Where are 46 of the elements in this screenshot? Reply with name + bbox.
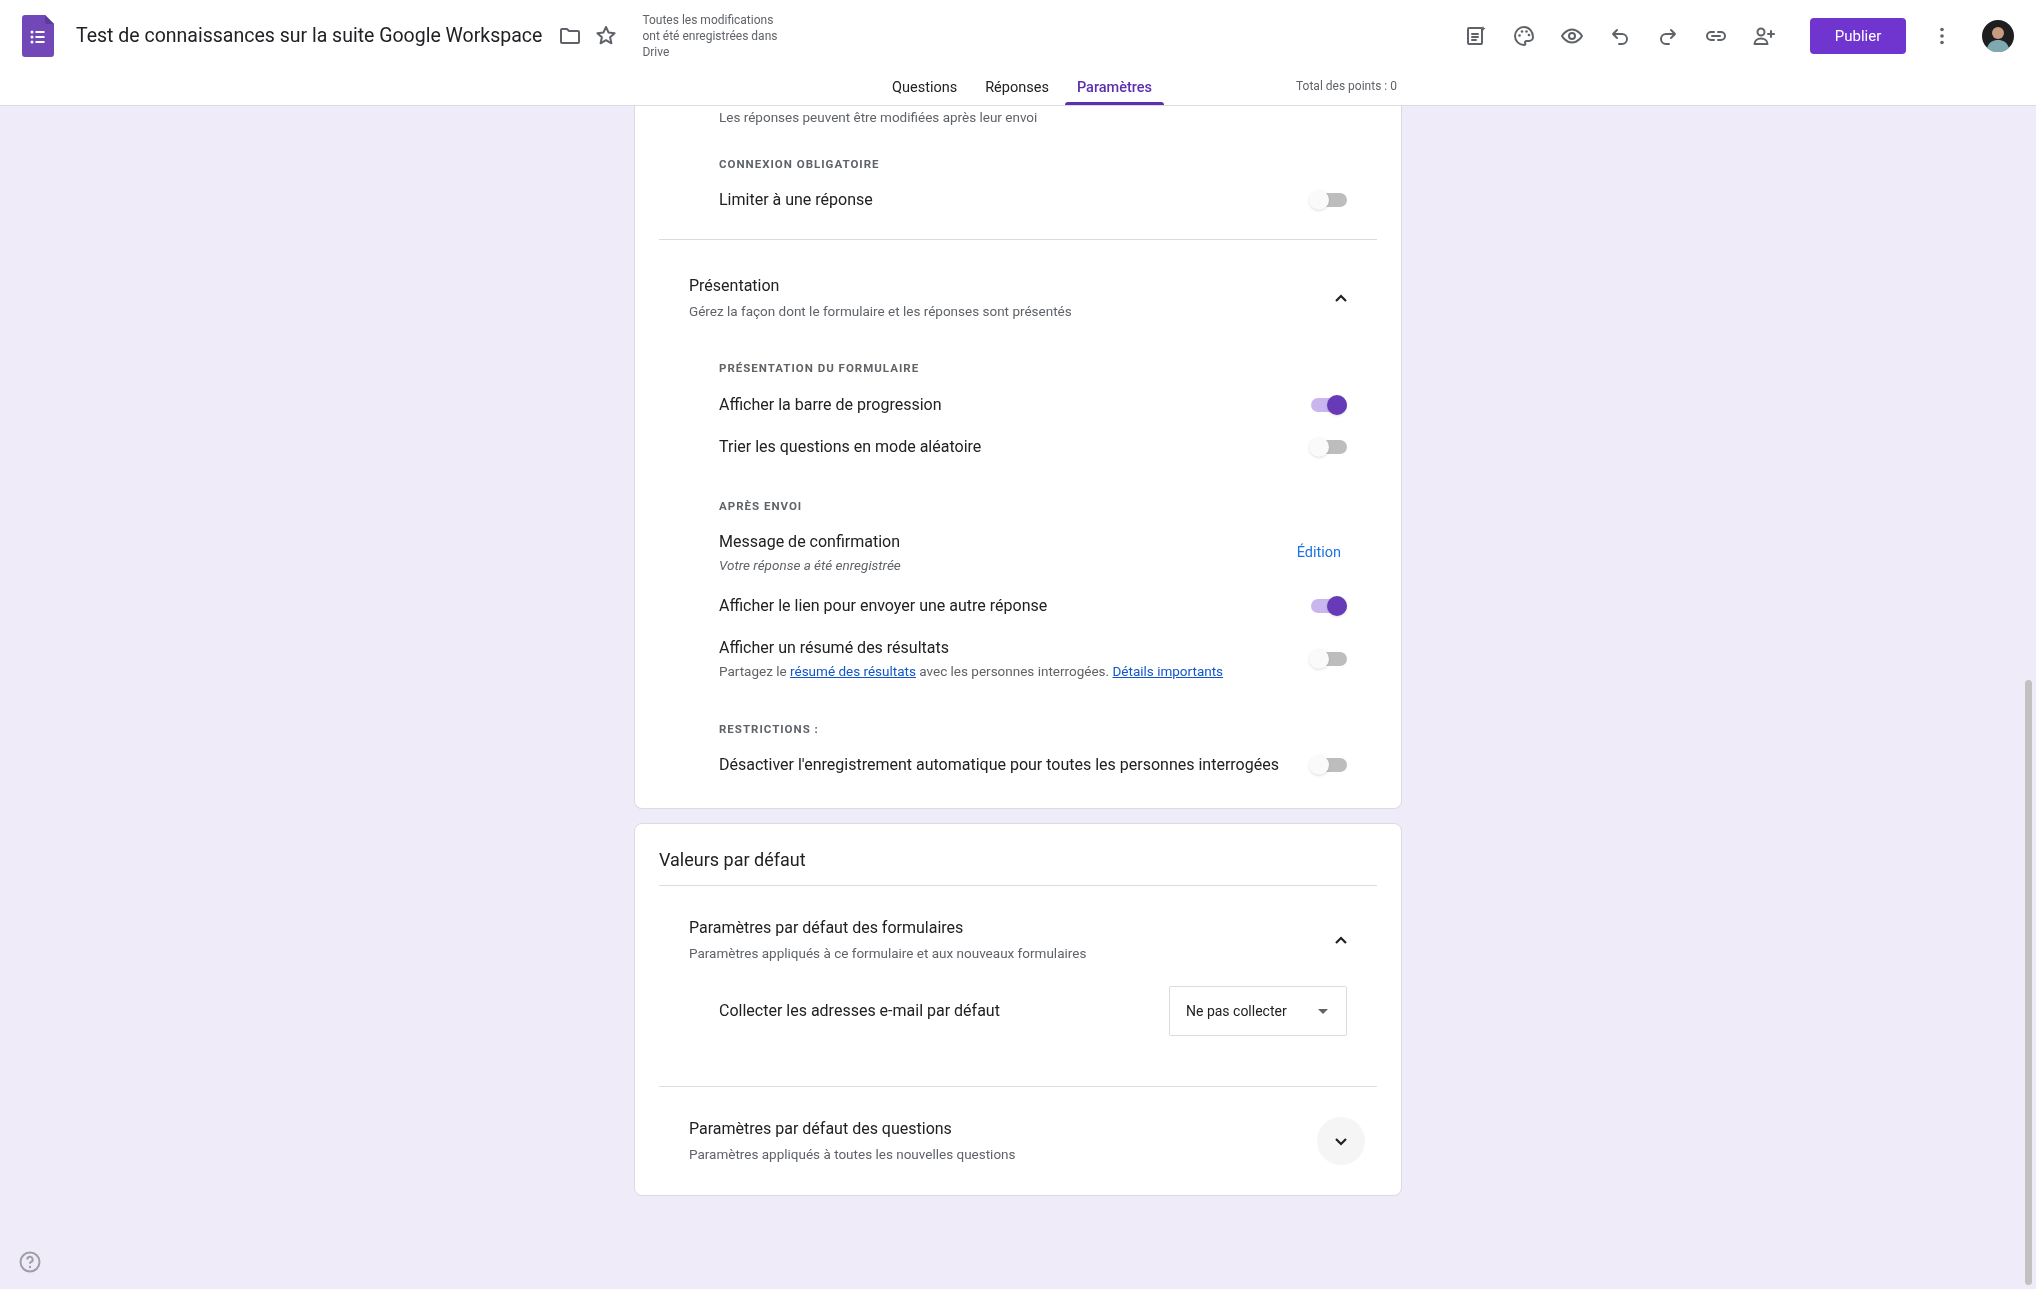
- text-link[interactable]: résumé des résultats: [790, 662, 916, 679]
- toggle-switch[interactable]: [1309, 394, 1347, 415]
- section-title: Paramètres par défaut des questions: [689, 1118, 953, 1140]
- setting-label: Afficher le lien pour envoyer une autre réponse: [719, 594, 1049, 617]
- section-heading: APRÈS ENVOI: [719, 497, 804, 515]
- card-title: Valeurs par défaut: [659, 848, 807, 872]
- publish-button[interactable]: Publier: [1810, 18, 1906, 54]
- toggle-switch[interactable]: [1309, 755, 1347, 775]
- setting-label: Collecter les adresses e-mail par défaut: [719, 1000, 1001, 1022]
- toggle-switch[interactable]: [1309, 648, 1347, 669]
- section-subtitle: Paramètres appliqués à ce formulaire et aux nouveaux formulaires: [689, 944, 1088, 963]
- avatar[interactable]: [1982, 20, 2014, 52]
- toggle-switch[interactable]: [1309, 595, 1347, 616]
- palette-icon[interactable]: [1512, 24, 1536, 48]
- form-sparkle-icon[interactable]: [1464, 24, 1488, 48]
- section-subtitle: Paramètres appliqués à toutes les nouvelles questions: [689, 1145, 1017, 1164]
- tab[interactable]: Questions: [880, 71, 970, 105]
- setting-label: Trier les questions en mode aléatoire: [719, 435, 983, 458]
- setting-description: Les réponses peuvent être modifiées après leur envoi: [719, 108, 1038, 126]
- section-heading: CONNEXION OBLIGATOIRE: [719, 156, 881, 173]
- section-subtitle: Gérez la façon dont le formulaire et les réponses sont présentés: [689, 302, 1073, 322]
- setting-label: Afficher la barre de progression: [719, 393, 943, 416]
- section-title: Paramètres par défaut des formulaires: [689, 917, 965, 939]
- email-dropdown[interactable]: Ne pas collecter: [1169, 986, 1347, 1036]
- toggle-switch[interactable]: [1309, 436, 1347, 457]
- dropdown-value: Ne pas collecter: [1186, 1001, 1288, 1021]
- setting-description: Partagez le résumé des résultats avec les personnes interrogées. Détails importants: [719, 661, 1225, 681]
- tab[interactable]: Réponses: [973, 71, 1061, 105]
- dropdown-arrow-icon[interactable]: [1318, 1008, 1328, 1014]
- setting-label: Limiter à une réponse: [719, 189, 874, 212]
- edit-link[interactable]: Édition: [1296, 541, 1341, 564]
- scrollbar-thumb[interactable]: [2025, 680, 2032, 1285]
- confirmation-message: Votre réponse a été enregistrée: [719, 555, 902, 575]
- setting-label: Désactiver l'enregistrement automatique pour toutes les personnes interrogées: [719, 754, 1280, 776]
- tab[interactable]: Paramètres: [1064, 71, 1164, 105]
- form-title[interactable]: Test de connaissances sur la suite Google Workspace: [76, 21, 543, 51]
- toggle-switch[interactable]: [1309, 190, 1347, 211]
- setting-label: Afficher un résumé des résultats: [719, 636, 950, 659]
- total-points: Total des points : 0: [1296, 78, 1397, 95]
- setting-label: Message de confirmation: [719, 530, 902, 553]
- section-heading: RESTRICTIONS :: [719, 720, 820, 738]
- section-title: Présentation: [689, 275, 781, 298]
- text-link[interactable]: Détails importants: [1112, 662, 1224, 679]
- save-status: Toutes les modifications ont été enregistrées dans Drive: [642, 12, 779, 60]
- section-heading: PRÉSENTATION DU FORMULAIRE: [719, 360, 921, 378]
- forms-logo-icon[interactable]: [22, 15, 54, 57]
